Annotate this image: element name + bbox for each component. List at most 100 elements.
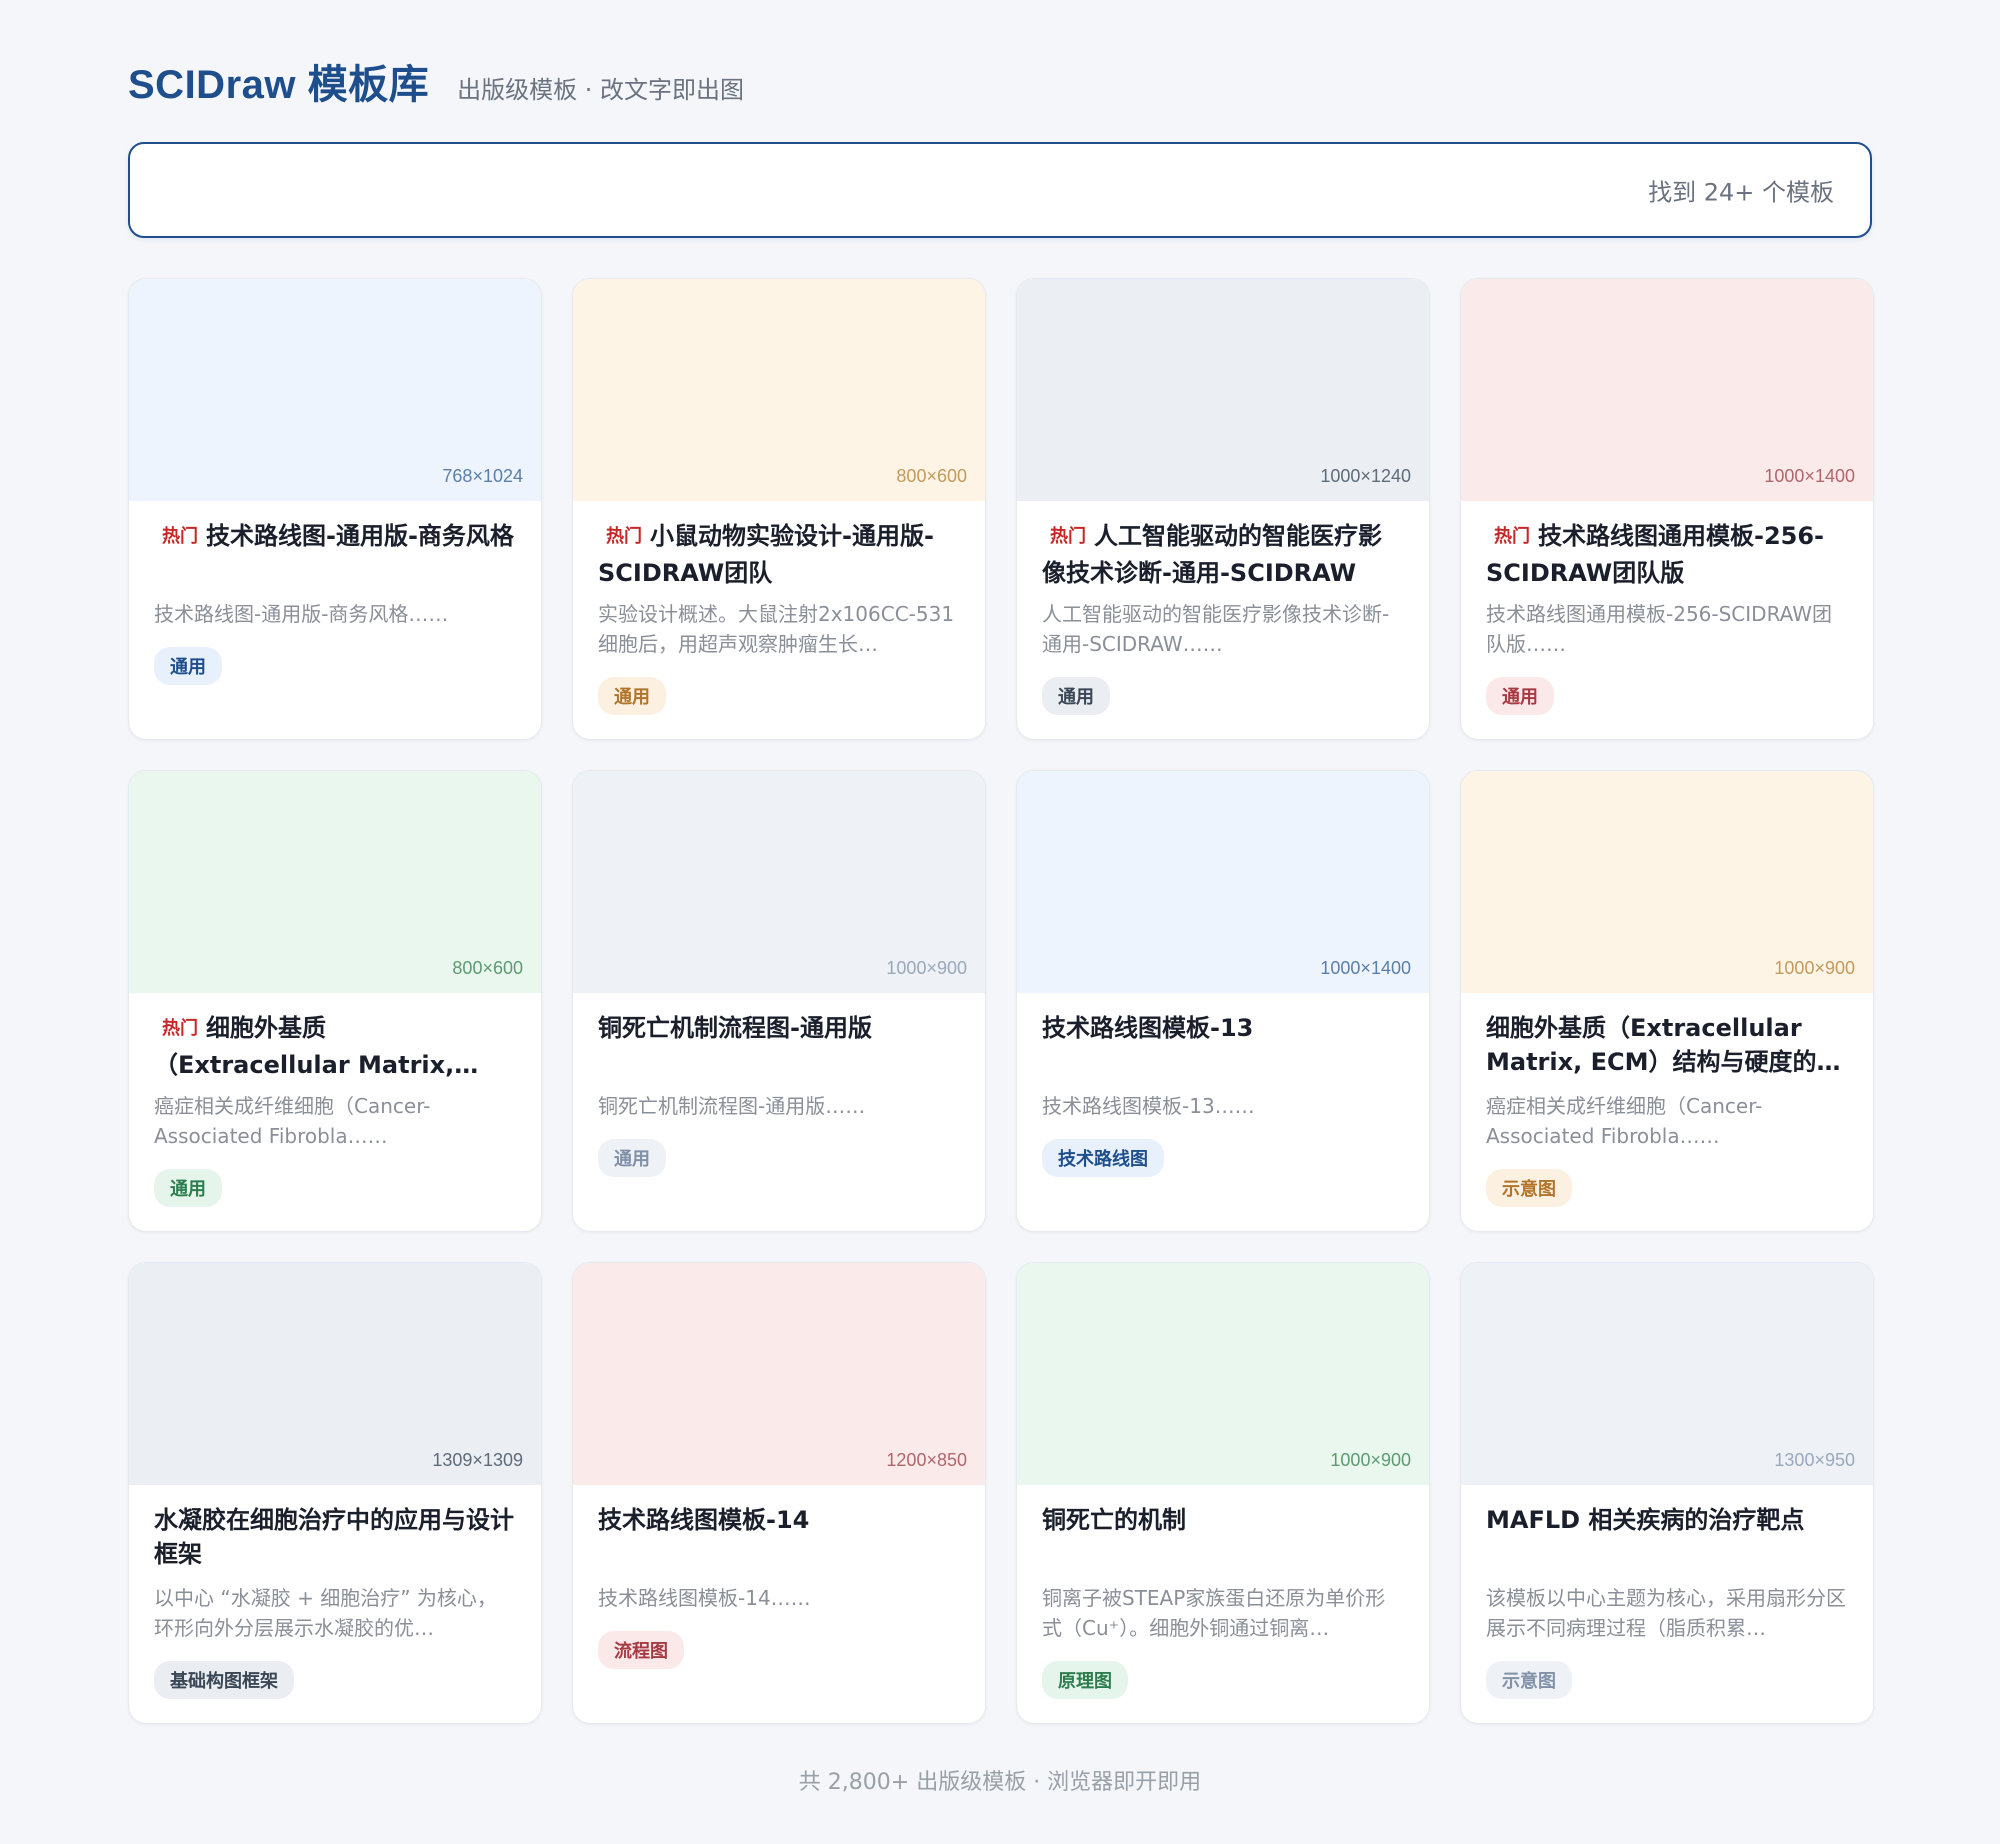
card-title[interactable]: 技术路线图模板-13 [1042, 1011, 1404, 1079]
category-tag[interactable]: 通用 [598, 677, 666, 715]
template-card[interactable]: 1300×950 MAFLD 相关疾病的治疗靶点该模板以中心主题为核心，采用扇形分… [1460, 1262, 1874, 1724]
template-thumbnail[interactable]: 768×1024 [129, 279, 541, 501]
category-tag[interactable]: 通用 [1486, 677, 1554, 715]
card-body: 热门 技术路线图通用模板-256-SCIDRAW团队版 技术路线图通用模板-256-… [1461, 501, 1873, 715]
card-body: 水凝胶在细胞治疗中的应用与设计框架以中心 “水凝胶 + 细胞治疗” 为核心，环形… [129, 1485, 541, 1699]
card-title-text: 技术路线图模板-13 [1042, 1014, 1254, 1042]
template-grid: 768×1024 热门 技术路线图-通用版-商务风格技术路线图-通用版-商务风格……… [128, 278, 1874, 1724]
card-description: 技术路线图-通用版-商务风格…… [154, 602, 449, 626]
template-thumbnail[interactable]: 1000×1400 [1017, 771, 1429, 993]
template-card[interactable]: 1000×1400 热门 技术路线图通用模板-256-SCIDRAW团队版 技术路线图… [1460, 278, 1874, 740]
card-title-text: 细胞外基质（Extracellular Matrix,… [154, 1014, 479, 1079]
card-title[interactable]: 热门 人工智能驱动的智能医疗影像技术诊断-通用-SCIDRAW [1042, 519, 1404, 587]
template-card[interactable]: 800×600 热门 小鼠动物实验设计-通用版-SCIDRAW团队实验设计概述。大鼠… [572, 278, 986, 740]
category-tag[interactable]: 流程图 [598, 1631, 684, 1669]
template-thumbnail[interactable]: 800×600 [129, 771, 541, 993]
hot-badge: 热门 [606, 526, 642, 547]
card-title-text: 人工智能驱动的智能医疗影像技术诊断-通用-SCIDRAW [1042, 522, 1382, 587]
card-title[interactable]: 热门 技术路线图通用模板-256-SCIDRAW团队版 [1486, 519, 1848, 587]
template-card[interactable]: 1000×1240 热门 人工智能驱动的智能医疗影像技术诊断-通用-SCIDRAW 人… [1016, 278, 1430, 740]
template-thumbnail[interactable]: 1300×950 [1461, 1263, 1873, 1485]
category-tag[interactable]: 示意图 [1486, 1169, 1572, 1207]
card-body: 热门 小鼠动物实验设计-通用版-SCIDRAW团队实验设计概述。大鼠注射2x106… [573, 501, 985, 715]
template-card[interactable]: 1000×1400 技术路线图模板-13 技术路线图模板-13…… 技术路线图 [1016, 770, 1430, 1232]
category-tag[interactable]: 通用 [154, 1169, 222, 1207]
template-card[interactable]: 1000×900 铜死亡的机制铜离子被STEAP家族蛋白还原为单价形式（Cu⁺）。… [1016, 1262, 1430, 1724]
card-title-text: 水凝胶在细胞治疗中的应用与设计框架 [154, 1506, 514, 1568]
category-tag[interactable]: 通用 [598, 1139, 666, 1177]
card-description: 人工智能驱动的智能医疗影像技术诊断-通用-SCIDRAW…… [1042, 602, 1390, 656]
card-title-text: 技术路线图通用模板-256-SCIDRAW团队版 [1486, 522, 1825, 587]
card-body: 技术路线图模板-14 技术路线图模板-14…… 流程图 [573, 1485, 985, 1669]
thumbnail-dimensions: 1000×1400 [1764, 466, 1855, 486]
thumbnail-dimensions: 800×600 [896, 466, 967, 486]
card-body: 热门 人工智能驱动的智能医疗影像技术诊断-通用-SCIDRAW 人工智能驱动的智能医… [1017, 501, 1429, 715]
thumbnail-dimensions: 1309×1309 [432, 1450, 523, 1470]
template-thumbnail[interactable]: 1200×850 [573, 1263, 985, 1485]
thumbnail-dimensions: 1000×1400 [1320, 958, 1411, 978]
card-body: 细胞外基质（Extracellular Matrix, ECM）结构与硬度的… 癌… [1461, 993, 1873, 1207]
template-card[interactable]: 1200×850 技术路线图模板-14 技术路线图模板-14…… 流程图 [572, 1262, 986, 1724]
card-description: 铜死亡机制流程图-通用版…… [598, 1094, 866, 1118]
card-body: 热门 细胞外基质（Extracellular Matrix,… 癌症相关成纤维细胞（… [129, 993, 541, 1207]
card-body: 铜死亡的机制铜离子被STEAP家族蛋白还原为单价形式（Cu⁺）。细胞外铜通过铜离… [1017, 1485, 1429, 1699]
template-thumbnail[interactable]: 1309×1309 [129, 1263, 541, 1485]
template-card[interactable]: 1000×900 铜死亡机制流程图-通用版铜死亡机制流程图-通用版…… 通用 [572, 770, 986, 1232]
page-header: SCIDraw 模板库 出版级模板 · 改文字即出图 [128, 52, 744, 110]
card-title-text: 小鼠动物实验设计-通用版-SCIDRAW团队 [598, 522, 934, 587]
card-title[interactable]: 技术路线图模板-14 [598, 1503, 960, 1571]
card-title[interactable]: MAFLD 相关疾病的治疗靶点 [1486, 1503, 1848, 1571]
hot-badge: 热门 [1050, 526, 1086, 547]
template-card[interactable]: 768×1024 热门 技术路线图-通用版-商务风格技术路线图-通用版-商务风格……… [128, 278, 542, 740]
card-title[interactable]: 铜死亡机制流程图-通用版 [598, 1011, 960, 1079]
card-title[interactable]: 热门 小鼠动物实验设计-通用版-SCIDRAW团队 [598, 519, 960, 587]
card-description: 癌症相关成纤维细胞（Cancer-Associated Fibrobla…… [1486, 1094, 1763, 1148]
footer-text: 共 2,800+ 出版级模板 · 浏览器即开即用 [798, 1770, 1202, 1795]
category-tag[interactable]: 技术路线图 [1042, 1139, 1164, 1177]
category-tag[interactable]: 基础构图框架 [154, 1661, 294, 1699]
category-tag[interactable]: 示意图 [1486, 1661, 1572, 1699]
hot-badge: 热门 [162, 1018, 198, 1039]
template-thumbnail[interactable]: 1000×900 [1017, 1263, 1429, 1485]
template-card[interactable]: 1309×1309 水凝胶在细胞治疗中的应用与设计框架以中心 “水凝胶 + 细胞治… [128, 1262, 542, 1724]
card-body: 铜死亡机制流程图-通用版铜死亡机制流程图-通用版…… 通用 [573, 993, 985, 1177]
card-body: 技术路线图模板-13 技术路线图模板-13…… 技术路线图 [1017, 993, 1429, 1177]
result-count: 找到 24+ 个模板 [1648, 178, 1834, 207]
card-title-text: 细胞外基质（Extracellular Matrix, ECM）结构与硬度的… [1486, 1014, 1841, 1076]
page-title: SCIDraw 模板库 [128, 63, 430, 107]
search-input[interactable]: 找到 24+ 个模板 [128, 142, 1872, 238]
template-thumbnail[interactable]: 1000×1240 [1017, 279, 1429, 501]
thumbnail-dimensions: 800×600 [452, 958, 523, 978]
card-title[interactable]: 水凝胶在细胞治疗中的应用与设计框架 [154, 1503, 516, 1571]
card-title[interactable]: 热门 细胞外基质（Extracellular Matrix,… [154, 1011, 516, 1079]
card-title[interactable]: 细胞外基质（Extracellular Matrix, ECM）结构与硬度的… [1486, 1011, 1848, 1079]
thumbnail-dimensions: 1000×900 [1774, 958, 1855, 978]
card-description: 铜离子被STEAP家族蛋白还原为单价形式（Cu⁺）。细胞外铜通过铜离… [1042, 1586, 1386, 1640]
card-description: 技术路线图通用模板-256-SCIDRAW团队版…… [1486, 602, 1833, 656]
card-body: MAFLD 相关疾病的治疗靶点该模板以中心主题为核心，采用扇形分区展示不同病理过… [1461, 1485, 1873, 1699]
category-tag[interactable]: 通用 [154, 647, 222, 685]
hot-badge: 热门 [1494, 526, 1530, 547]
card-description: 技术路线图模板-14…… [598, 1586, 811, 1610]
template-thumbnail[interactable]: 1000×900 [573, 771, 985, 993]
thumbnail-dimensions: 1000×900 [886, 958, 967, 978]
card-description: 癌症相关成纤维细胞（Cancer-Associated Fibrobla…… [154, 1094, 431, 1148]
thumbnail-dimensions: 1000×900 [1330, 1450, 1411, 1470]
thumbnail-dimensions: 768×1024 [442, 466, 523, 486]
category-tag[interactable]: 通用 [1042, 677, 1110, 715]
template-card[interactable]: 1000×900 细胞外基质（Extracellular Matrix, ECM）… [1460, 770, 1874, 1232]
card-description: 以中心 “水凝胶 + 细胞治疗” 为核心，环形向外分层展示水凝胶的优… [154, 1586, 497, 1640]
category-tag[interactable]: 原理图 [1042, 1661, 1128, 1699]
card-title[interactable]: 铜死亡的机制 [1042, 1503, 1404, 1571]
card-title[interactable]: 热门 技术路线图-通用版-商务风格 [154, 519, 516, 587]
template-thumbnail[interactable]: 1000×900 [1461, 771, 1873, 993]
card-title-text: 铜死亡机制流程图-通用版 [598, 1014, 872, 1042]
card-description: 该模板以中心主题为核心，采用扇形分区展示不同病理过程（脂质积累… [1486, 1586, 1846, 1640]
thumbnail-dimensions: 1000×1240 [1320, 466, 1411, 486]
template-thumbnail[interactable]: 800×600 [573, 279, 985, 501]
card-description: 技术路线图模板-13…… [1042, 1094, 1255, 1118]
template-thumbnail[interactable]: 1000×1400 [1461, 279, 1873, 501]
template-card[interactable]: 800×600 热门 细胞外基质（Extracellular Matrix,… 癌症相… [128, 770, 542, 1232]
card-description: 实验设计概述。大鼠注射2x106CC-531细胞后，用超声观察肿瘤生长… [598, 602, 955, 656]
thumbnail-dimensions: 1300×950 [1774, 1450, 1855, 1470]
